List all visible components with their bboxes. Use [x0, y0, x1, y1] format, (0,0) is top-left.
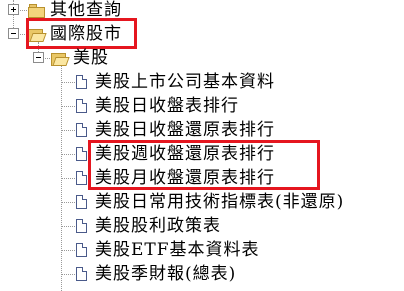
tree-leaf-us-quarterly-report[interactable]: 美股季財報(總表) — [76, 262, 236, 286]
folder-icon — [28, 3, 45, 18]
tree-leaf-label: 美股月收盤還原表排行 — [95, 168, 275, 188]
document-icon — [76, 219, 87, 233]
tree-leaf-label: 美股股利政策表 — [95, 216, 221, 236]
tree-leaf-us-monthly-adjusted-ranking[interactable]: 美股月收盤還原表排行 — [76, 166, 275, 190]
expand-other-query-toggle[interactable] — [8, 4, 19, 15]
tree-leaf-us-daily-close-ranking[interactable]: 美股日收盤表排行 — [76, 94, 239, 118]
collapse-us-stock-toggle[interactable] — [33, 52, 44, 63]
tree-node-intl-stock[interactable]: 國際股市 — [28, 22, 122, 46]
tree-leaf-us-weekly-adjusted-ranking[interactable]: 美股週收盤還原表排行 — [76, 142, 275, 166]
open-folder-icon — [51, 52, 70, 66]
document-icon — [76, 267, 87, 281]
document-icon — [76, 195, 87, 209]
tree-node-us-stock[interactable]: 美股 — [51, 46, 109, 70]
tree-leaf-label: 美股日收盤還原表排行 — [95, 120, 275, 140]
document-icon — [76, 147, 87, 161]
tree-leaf-us-dividend-policy[interactable]: 美股股利政策表 — [76, 214, 221, 238]
tree-leaf-us-technical-indicators[interactable]: 美股日常用技術指標表(非還原) — [76, 190, 344, 214]
tree-leaf-label: 美股季財報(總表) — [95, 264, 237, 284]
tree-leaf-us-etf-info[interactable]: 美股ETF基本資料表 — [76, 238, 260, 262]
document-icon — [76, 75, 87, 89]
tree-leaf-label: 美股日收盤表排行 — [95, 96, 239, 116]
document-icon — [76, 123, 87, 137]
tree-leaf-us-listed-company-info[interactable]: 美股上市公司基本資料 — [76, 70, 275, 94]
tree-leaf-label: 美股週收盤還原表排行 — [95, 144, 275, 164]
tree-node-label: 其他查詢 — [50, 0, 122, 20]
tree-node-label: 美股 — [73, 48, 109, 68]
document-icon — [76, 171, 87, 185]
collapse-intl-stock-toggle[interactable] — [8, 28, 19, 39]
tree-leaf-us-daily-adjusted-ranking[interactable]: 美股日收盤還原表排行 — [76, 118, 275, 142]
open-folder-icon — [28, 28, 47, 42]
tree-leaf-label: 美股日常用技術指標表(非還原) — [95, 192, 345, 212]
document-icon — [76, 99, 87, 113]
tree-node-label: 國際股市 — [50, 24, 122, 44]
document-icon — [76, 243, 87, 257]
tree-leaf-label: 美股上市公司基本資料 — [95, 72, 275, 92]
tree-leaf-label: 美股ETF基本資料表 — [95, 240, 260, 260]
tree-node-other-query[interactable]: 其他查詢 — [28, 0, 122, 22]
